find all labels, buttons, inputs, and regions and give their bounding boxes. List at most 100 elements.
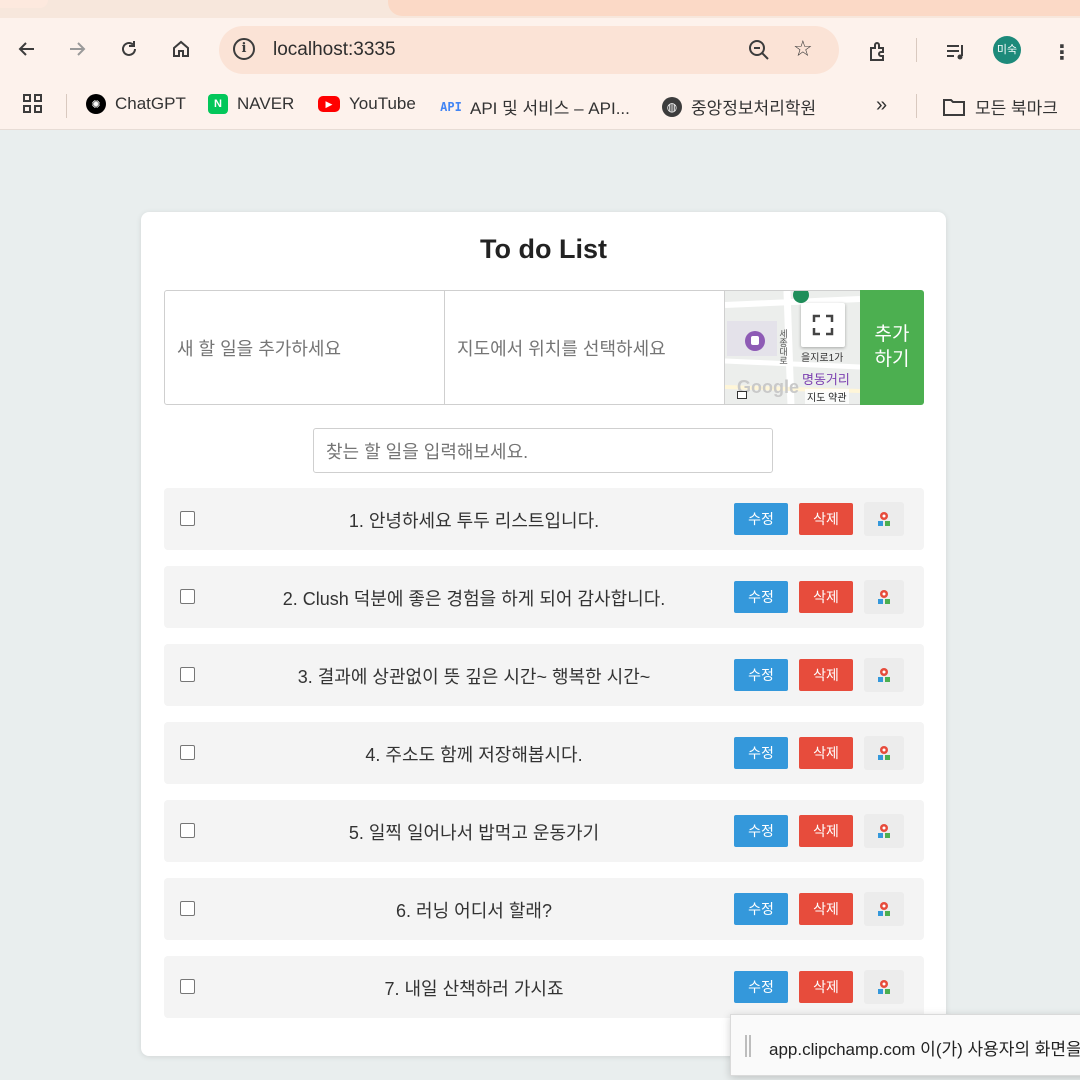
globe-icon: ◍ — [662, 96, 682, 117]
todo-text: 3. 결과에 상관없이 뜻 깊은 시간~ 행복한 시간~ — [297, 667, 651, 687]
todo-checkbox[interactable] — [180, 979, 195, 994]
delete-button[interactable]: 삭제 — [799, 971, 853, 1003]
naver-icon: N — [208, 94, 228, 114]
edit-button[interactable]: 수정 — [734, 581, 788, 613]
url-text[interactable]: localhost:3335 — [273, 39, 396, 61]
site-info-icon[interactable]: i — [233, 38, 255, 60]
back-icon[interactable] — [10, 32, 44, 66]
more-bookmarks-chevron-icon[interactable]: » — [876, 94, 887, 117]
reload-icon[interactable] — [112, 32, 146, 66]
bookmark-star-icon[interactable]: ☆ — [793, 36, 813, 62]
todo-item: 5. 일찍 일어나서 밥먹고 운동가기 수정 삭제 — [164, 800, 924, 862]
profile-avatar[interactable]: 미숙 — [993, 36, 1021, 64]
todo-text: 4. 주소도 함께 저장해봅시다. — [365, 745, 583, 765]
address-bar[interactable]: i localhost:3335 ☆ — [219, 26, 839, 74]
edit-button[interactable]: 수정 — [734, 503, 788, 535]
notification-text: app.clipchamp.com 이(가) 사용자의 화면을 — [769, 1040, 1080, 1059]
todo-item: 6. 러닝 어디서 할래? 수정 삭제 — [164, 878, 924, 940]
media-control-icon[interactable] — [944, 40, 968, 70]
bookmark-label: API 및 서비스 – API... — [470, 99, 630, 118]
todo-checkbox[interactable] — [180, 745, 195, 760]
delete-button[interactable]: 삭제 — [799, 659, 853, 691]
todo-item: 3. 결과에 상관없이 뜻 깊은 시간~ 행복한 시간~ 수정 삭제 — [164, 644, 924, 706]
tab-inactive[interactable] — [0, 0, 48, 8]
zoom-icon[interactable] — [747, 38, 771, 62]
map-pin-icon — [878, 902, 890, 916]
add-todo-button[interactable]: 추가 하기 — [860, 290, 924, 405]
map-pin-button[interactable] — [864, 970, 904, 1004]
bookmark-youtube[interactable]: ▶ YouTube — [318, 94, 416, 114]
home-icon[interactable] — [164, 32, 198, 66]
delete-button[interactable]: 삭제 — [799, 737, 853, 769]
map-label-euljiro: 을지로1가 — [801, 353, 844, 364]
todo-checkbox[interactable] — [180, 589, 195, 604]
location-placeholder: 지도에서 위치를 선택하세요 — [457, 338, 666, 359]
menu-kebab-icon[interactable]: ⋮ — [1052, 40, 1072, 65]
mini-map[interactable]: 을지로1가 명동거리 세종대로 Google 지도 약관 — [725, 290, 860, 405]
map-label-sejong: 세종대로 — [778, 329, 788, 365]
edit-button[interactable]: 수정 — [734, 659, 788, 691]
todo-checkbox[interactable] — [180, 667, 195, 682]
search-placeholder: 찾는 할 일을 입력해보세요. — [326, 441, 529, 462]
bookmark-label: YouTube — [349, 94, 416, 113]
chatgpt-icon: ✺ — [86, 94, 106, 114]
delete-button[interactable]: 삭제 — [799, 893, 853, 925]
edit-button[interactable]: 수정 — [734, 893, 788, 925]
fullscreen-icon[interactable] — [801, 303, 845, 347]
bookmark-label: 중앙정보처리학원 — [691, 99, 817, 118]
api-icon: API — [440, 99, 462, 114]
map-pin-button[interactable] — [864, 814, 904, 848]
drag-handle-icon[interactable] — [745, 1035, 751, 1057]
map-pin-button[interactable] — [864, 892, 904, 926]
location-input[interactable]: 지도에서 위치를 선택하세요 — [444, 290, 725, 405]
map-pin-icon — [878, 746, 890, 760]
todo-checkbox[interactable] — [180, 511, 195, 526]
browser-toolbar: i localhost:3335 ☆ 미숙 ⋮ — [0, 18, 1080, 82]
forward-icon[interactable] — [60, 32, 94, 66]
youtube-icon: ▶ — [318, 96, 340, 112]
tab-strip — [0, 0, 1080, 18]
bookmark-api[interactable]: API API 및 서비스 – API... — [438, 94, 630, 119]
map-pin-button[interactable] — [864, 502, 904, 536]
map-pin-icon — [878, 668, 890, 682]
map-pin-icon — [878, 590, 890, 604]
todo-text: 1. 안녕하세요 투두 리스트입니다. — [348, 511, 600, 531]
keyboard-shortcut-icon[interactable] — [737, 391, 747, 399]
bookmark-label: ChatGPT — [115, 94, 186, 113]
toolbar-divider — [916, 38, 917, 62]
edit-button[interactable]: 수정 — [734, 815, 788, 847]
delete-button[interactable]: 삭제 — [799, 503, 853, 535]
bookmark-naver[interactable]: N NAVER — [208, 94, 294, 114]
all-bookmarks-label: 모든 북마크 — [975, 99, 1058, 118]
map-pin-button[interactable] — [864, 580, 904, 614]
todo-text: 6. 러닝 어디서 할래? — [396, 901, 552, 921]
bookmark-chatgpt[interactable]: ✺ ChatGPT — [86, 94, 186, 114]
new-todo-input[interactable]: 새 할 일을 추가하세요 — [164, 290, 445, 405]
map-pin-icon — [878, 824, 890, 838]
bookmarks-divider — [66, 94, 67, 118]
map-pin-button[interactable] — [864, 736, 904, 770]
edit-button[interactable]: 수정 — [734, 971, 788, 1003]
map-label-myeongdong: 명동거리 — [802, 372, 850, 387]
todo-text: 7. 내일 산책하러 가시죠 — [384, 979, 564, 999]
todo-checkbox[interactable] — [180, 823, 195, 838]
bookmarks-bar: ✺ ChatGPT N NAVER ▶ YouTube API API 및 서비… — [0, 82, 1080, 130]
tab-active[interactable] — [388, 0, 1080, 16]
delete-button[interactable]: 삭제 — [799, 815, 853, 847]
add-todo-form: 새 할 일을 추가하세요 지도에서 위치를 선택하세요 을지로1가 명동거리 세… — [164, 290, 924, 405]
todo-checkbox[interactable] — [180, 901, 195, 916]
todo-text: 2. Clush 덕분에 좋은 경험을 하게 되어 감사합니다. — [282, 589, 666, 609]
delete-button[interactable]: 삭제 — [799, 581, 853, 613]
apps-grid-icon[interactable] — [22, 93, 44, 115]
todo-item: 7. 내일 산책하러 가시죠 수정 삭제 — [164, 956, 924, 1018]
edit-button[interactable]: 수정 — [734, 737, 788, 769]
map-terms-link[interactable]: 지도 약관 — [805, 389, 849, 404]
all-bookmarks[interactable]: 모든 북마크 — [942, 94, 1058, 119]
search-input[interactable]: 찾는 할 일을 입력해보세요. — [313, 428, 773, 473]
bookmark-academy[interactable]: ◍ 중앙정보처리학원 — [662, 94, 816, 119]
screen-share-notification: app.clipchamp.com 이(가) 사용자의 화면을 — [730, 1014, 1080, 1076]
map-pin-button[interactable] — [864, 658, 904, 692]
page-title: To do List — [480, 234, 607, 264]
extensions-icon[interactable] — [866, 40, 890, 70]
map-pin-icon — [878, 980, 890, 994]
